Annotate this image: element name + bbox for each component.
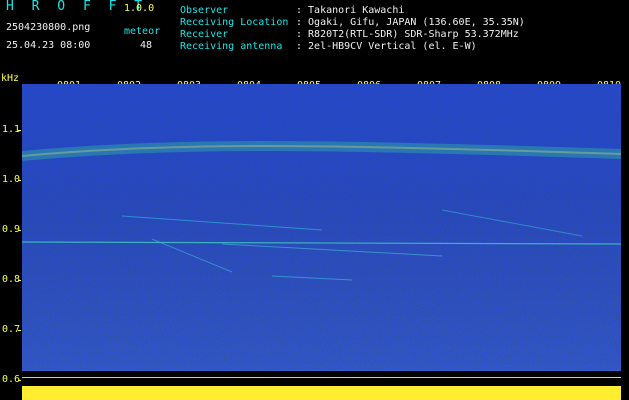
y-tick [18,230,21,231]
filename-label: 2504230800.png [6,22,91,33]
separator-line [22,370,621,371]
receiver-value: : R820T2(RTL-SDR) SDR-Sharp 53.372MHz [296,29,519,40]
y-tick [18,380,21,381]
separator-line [22,377,621,378]
y-tick [18,130,21,131]
header-panel: H R O F F T 1.0.0 2504230800.png 25.04.2… [0,0,629,76]
location-key: Receiving Location [180,17,289,28]
y-tick [18,330,21,331]
version-label: 1.0.0 [124,3,155,14]
receiver-key: Receiver [180,29,229,40]
antenna-value: : 2el-HB9CV Vertical (el. E-W) [296,41,477,52]
location-value: : Ogaki, Gifu, JAPAN (136.60E, 35.35N) [296,17,525,28]
observer-value: : Takanori Kawachi [296,5,405,16]
observer-key: Observer [180,5,229,16]
datetime-label: 25.04.23 08:00 [6,40,91,51]
power-bars-top [22,380,621,386]
unit-label: kHz [1,73,20,84]
antenna-key: Receiving antenna [180,41,283,52]
power-bars [22,386,621,400]
y-tick [18,180,21,181]
power-histogram [22,380,621,400]
y-tick [18,280,21,281]
spectrogram [22,84,621,370]
meteor-count: 48 [140,40,153,51]
meteor-label: meteor [124,26,161,37]
